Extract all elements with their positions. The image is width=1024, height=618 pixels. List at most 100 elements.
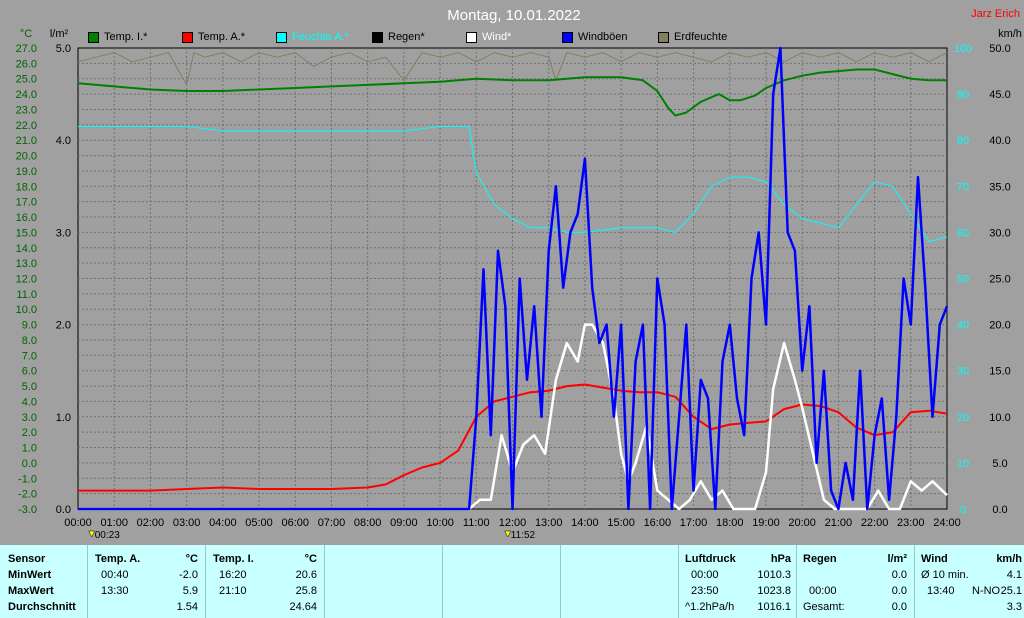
- regen-header: Regen: [803, 553, 837, 565]
- temp-tick-label: 14.0: [16, 243, 37, 255]
- legend-label: Temp. A.*: [198, 31, 246, 43]
- legend-swatch: [182, 31, 193, 43]
- x-tick-label: 14:00: [571, 517, 599, 529]
- row-min-label: MinWert: [8, 569, 52, 581]
- rain-tick-label: 1.0: [56, 412, 71, 424]
- x-tick-label: 05:00: [245, 517, 273, 529]
- wind-min-val: 4.1: [1006, 569, 1022, 581]
- marker-label: 00:23: [95, 530, 120, 541]
- legend-label: Windböen: [578, 31, 628, 43]
- legend-swatch: [88, 31, 99, 43]
- humidity-tick-label: 100: [954, 43, 972, 55]
- col-empty-2: [442, 545, 561, 618]
- x-tick-label: 16:00: [644, 517, 672, 529]
- row-avg-label: Durchschnitt: [8, 601, 76, 613]
- chart-title: Montag, 10.01.2022: [447, 7, 580, 24]
- humidity-tick-label: 40: [957, 320, 969, 332]
- regen-total: 0.0: [891, 601, 907, 613]
- legend-label: Regen*: [388, 31, 425, 43]
- legend-swatch: [562, 31, 573, 43]
- wind-max-dir: N-NO: [972, 585, 1001, 597]
- temp-tick-label: 21.0: [16, 135, 37, 147]
- temp-tick-label: 13.0: [16, 258, 37, 270]
- temp-tick-label: 22.0: [16, 120, 37, 132]
- legend-swatch: [276, 31, 287, 43]
- legend-label: Temp. I.*: [104, 31, 148, 43]
- legend-item: Temp. A.*: [182, 30, 245, 44]
- temp-tick-label: 18.0: [16, 181, 37, 193]
- wind-header: Wind: [921, 553, 948, 565]
- temp-tick-label: 0.0: [22, 458, 37, 470]
- temp-tick-label: 26.0: [16, 58, 37, 70]
- temp-unit-label: °C: [20, 28, 32, 40]
- legend-swatch: [466, 31, 477, 43]
- wind-tick-label: 30.0: [989, 227, 1010, 239]
- temp-i-header: Temp. I.: [213, 553, 254, 565]
- humidity-tick-label: 90: [957, 89, 969, 101]
- legend-swatch: [658, 31, 669, 43]
- humidity-tick-label: 50: [957, 274, 969, 286]
- wind-tick-label: 5.0: [992, 458, 1007, 470]
- legend-item: Feuchte A.*: [276, 30, 349, 44]
- legend-swatch: [372, 31, 383, 43]
- temp-tick-label: -2.0: [18, 489, 37, 501]
- col-regen: Regen l/m² 0.0 00:00 0.0 Gesamt: 0.0: [796, 545, 915, 618]
- wind-tick-label: 0.0: [992, 504, 1007, 516]
- legend-label: Feuchte A.*: [292, 31, 349, 43]
- x-tick-label: 24:00: [933, 517, 961, 529]
- x-tick-label: 19:00: [752, 517, 780, 529]
- x-tick-label: 10:00: [426, 517, 454, 529]
- x-tick-label: 03:00: [173, 517, 201, 529]
- temp-a-avg: 1.54: [176, 601, 198, 613]
- x-tick-label: 00:00: [64, 517, 92, 529]
- rain-tick-label: 4.0: [56, 135, 71, 147]
- temp-tick-label: 11.0: [16, 289, 37, 301]
- temp-a-min-val: -2.0: [179, 569, 198, 581]
- x-tick-label: 18:00: [716, 517, 744, 529]
- col-sensor: Sensor MinWert MaxWert Durchschnitt: [0, 545, 87, 618]
- temp-i-max-time: 21:10: [219, 585, 247, 597]
- x-tick-label: 12:00: [499, 517, 527, 529]
- col-luftdruck: Luftdruck hPa 00:00 1010.3 23:50 1023.8 …: [678, 545, 797, 618]
- temp-tick-label: 27.0: [16, 43, 37, 55]
- rain-unit-label: l/m²: [50, 28, 69, 40]
- weather-chart: Montag, 10.01.2022 Jarz Erich °C l/m² km…: [16, 7, 1022, 541]
- legend-item: Wind*: [466, 30, 511, 44]
- temp-tick-label: 4.0: [22, 396, 37, 408]
- author-label: Jarz Erich: [971, 8, 1020, 20]
- col-empty-3: [560, 545, 679, 618]
- temp-tick-label: -3.0: [18, 504, 37, 516]
- legend-item: Windböen: [562, 30, 628, 44]
- time-markers: 00:23 11:52: [88, 530, 536, 541]
- humidity-tick-label: 20: [957, 412, 969, 424]
- temp-i-max-val: 25.8: [295, 585, 317, 597]
- temp-tick-label: 7.0: [22, 350, 37, 362]
- legend-label: Erdfeuchte: [674, 31, 728, 43]
- temp-tick-label: 12.0: [16, 274, 37, 286]
- x-tick-label: 04:00: [209, 517, 237, 529]
- wind-min-label: Ø 10 min.: [921, 569, 969, 581]
- luftdruck-trend: ^1.2hPa/h: [685, 601, 735, 613]
- humidity-tick-label: 10: [957, 458, 969, 470]
- temp-a-max-val: 5.9: [182, 585, 198, 597]
- x-tick-label: 13:00: [535, 517, 563, 529]
- x-tick-label: 02:00: [137, 517, 165, 529]
- x-tick-label: 08:00: [354, 517, 382, 529]
- wind-avg: 3.3: [1006, 601, 1022, 613]
- regen-max-val: 0.0: [891, 585, 907, 597]
- temp-tick-label: 25.0: [16, 74, 37, 86]
- x-tick-label: 11:00: [463, 517, 490, 529]
- wind-tick-label: 40.0: [989, 135, 1010, 147]
- wind-unit-label: km/h: [998, 28, 1022, 40]
- temp-tick-label: 16.0: [16, 212, 37, 224]
- row-max-label: MaxWert: [8, 585, 54, 597]
- temp-tick-label: 19.0: [16, 166, 37, 178]
- wind-max-time: 13:40: [927, 585, 955, 597]
- luftdruck-min-time: 00:00: [691, 569, 719, 581]
- rain-tick-label: 2.0: [56, 320, 71, 332]
- luftdruck-max-time: 23:50: [691, 585, 719, 597]
- humidity-tick-label: 60: [957, 227, 969, 239]
- x-tick-label: 20:00: [788, 517, 816, 529]
- legend-item: Regen*: [372, 30, 425, 44]
- temp-tick-label: -1.0: [18, 473, 37, 485]
